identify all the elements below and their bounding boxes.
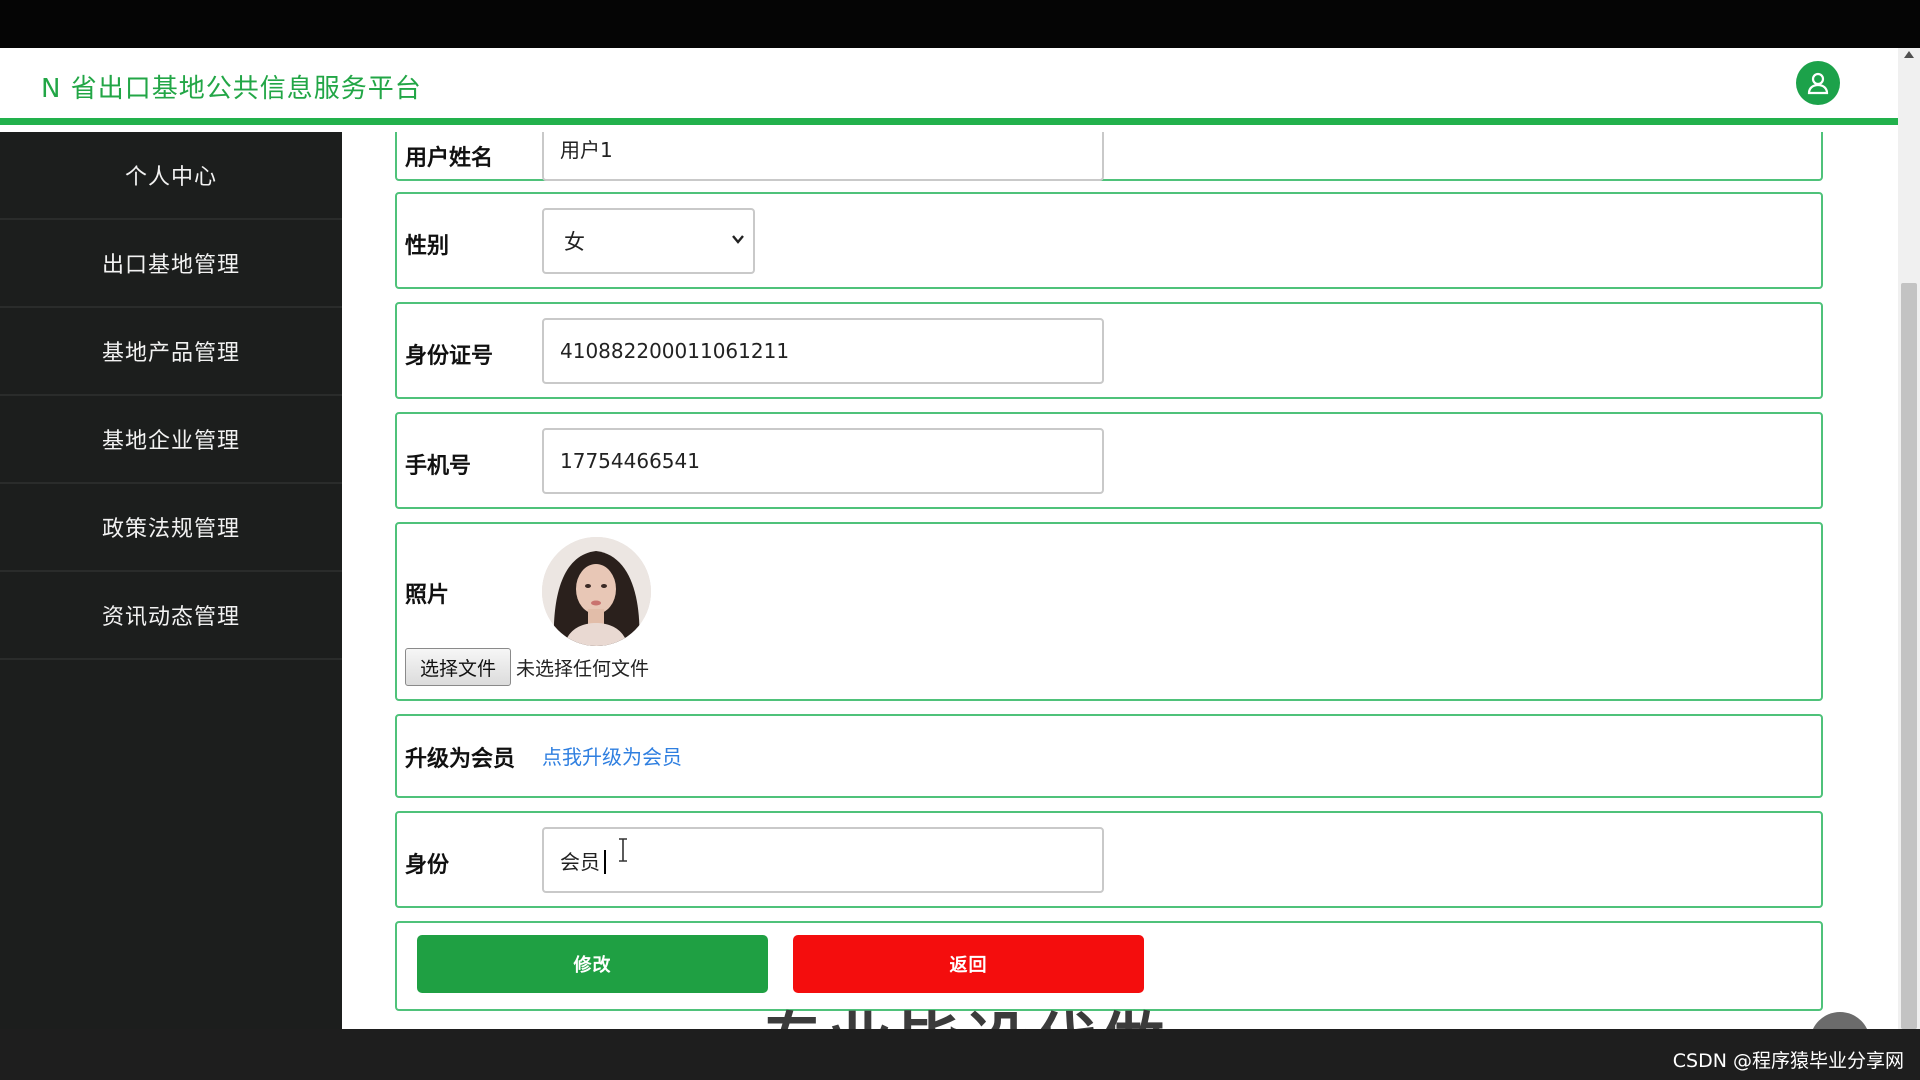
bottom-letterbox <box>0 1029 1920 1080</box>
name-value: 用户1 <box>560 137 613 162</box>
user-avatar-button[interactable] <box>1796 61 1840 105</box>
id-number-value: 410882200011061211 <box>560 339 790 363</box>
edit-button[interactable]: 修改 <box>417 935 768 993</box>
back-button[interactable]: 返回 <box>793 935 1144 993</box>
app-window: N 省出口基地公共信息服务平台 个人中心 出口基地管理 基地产品管理 基地企业管… <box>0 48 1898 1029</box>
sidebar-item-base-products[interactable]: 基地产品管理 <box>0 308 342 396</box>
sidebar-item-export-base[interactable]: 出口基地管理 <box>0 220 342 308</box>
gender-value: 女 <box>564 230 585 254</box>
chevron-down-icon <box>732 235 744 244</box>
top-header: N 省出口基地公共信息服务平台 <box>0 48 1898 125</box>
form-row-name: 用户姓名 用户1 <box>395 132 1823 181</box>
sidebar-item-policies[interactable]: 政策法规管理 <box>0 484 342 572</box>
form-row-gender: 性别 女 <box>395 192 1823 289</box>
name-label: 用户姓名 <box>405 146 494 171</box>
phone-input[interactable]: 17754466541 <box>542 428 1104 494</box>
form-row-upgrade: 升级为会员 点我升级为会员 <box>395 714 1823 798</box>
top-letterbox <box>0 0 1920 48</box>
photo-label: 照片 <box>405 583 450 608</box>
id-number-label: 身份证号 <box>405 344 494 369</box>
sidebar: 个人中心 出口基地管理 基地产品管理 基地企业管理 政策法规管理 资讯动态管理 <box>0 132 342 1029</box>
site-title: N 省出口基地公共信息服务平台 <box>41 74 422 104</box>
csdn-watermark: CSDN @程序猿毕业分享网 <box>1672 1050 1904 1072</box>
sidebar-item-personal-center[interactable]: 个人中心 <box>0 132 342 220</box>
sidebar-item-news[interactable]: 资讯动态管理 <box>0 572 342 660</box>
page-scrollbar[interactable] <box>1898 48 1920 1029</box>
name-input[interactable]: 用户1 <box>542 132 1104 181</box>
identity-value: 会员 <box>560 849 600 874</box>
scroll-up-arrow-icon[interactable] <box>1904 51 1914 58</box>
file-status-text: 未选择任何文件 <box>516 658 650 680</box>
portrait-image <box>542 537 651 646</box>
phone-value: 17754466541 <box>560 449 700 473</box>
form-row-id-number: 身份证号 410882200011061211 <box>395 302 1823 399</box>
form-row-phone: 手机号 17754466541 <box>395 412 1823 509</box>
upgrade-member-link[interactable]: 点我升级为会员 <box>542 741 682 770</box>
text-caret <box>604 850 606 874</box>
gender-select[interactable]: 女 <box>542 208 755 274</box>
profile-photo <box>542 537 651 646</box>
scrollbar-thumb[interactable] <box>1901 283 1917 1029</box>
watermark-overlay-text: 专业毕设代做 <box>760 992 1168 1029</box>
floating-round-button[interactable] <box>1810 1012 1870 1029</box>
sidebar-item-base-enterprises[interactable]: 基地企业管理 <box>0 396 342 484</box>
user-icon <box>1807 72 1829 95</box>
gender-label: 性别 <box>405 234 450 259</box>
id-number-input[interactable]: 410882200011061211 <box>542 318 1104 384</box>
choose-file-button[interactable]: 选择文件 <box>405 648 511 686</box>
form-row-identity: 身份 会员 <box>395 811 1823 908</box>
phone-label: 手机号 <box>405 454 472 479</box>
upgrade-label: 升级为会员 <box>405 747 516 772</box>
identity-label: 身份 <box>405 853 450 878</box>
ibeam-cursor-icon <box>619 838 627 862</box>
form-row-photo: 照片 选择文件 未选择任何文件 <box>395 522 1823 701</box>
main-content: 用户姓名 用户1 性别 女 身份证号 410882200011061211 手机… <box>342 132 1898 1029</box>
